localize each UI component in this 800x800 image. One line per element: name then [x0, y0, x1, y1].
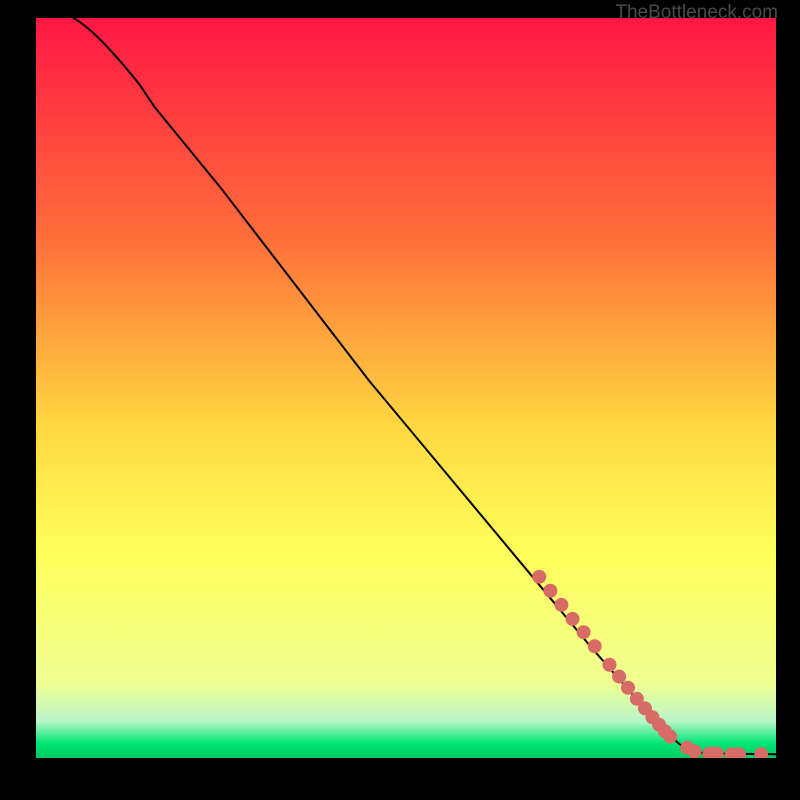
chart-background	[36, 18, 776, 758]
chart-marker	[663, 730, 677, 744]
chart-marker	[688, 744, 702, 758]
watermark-text: TheBottleneck.com	[615, 2, 778, 24]
chart-marker	[621, 681, 635, 695]
chart-plot	[36, 18, 776, 758]
chart-marker	[603, 658, 617, 672]
chart-container	[36, 18, 776, 758]
chart-marker	[612, 670, 626, 684]
chart-marker	[543, 584, 557, 598]
chart-marker	[588, 639, 602, 653]
chart-marker	[577, 625, 591, 639]
chart-marker	[532, 570, 546, 584]
chart-marker	[566, 612, 580, 626]
chart-marker	[554, 598, 568, 612]
